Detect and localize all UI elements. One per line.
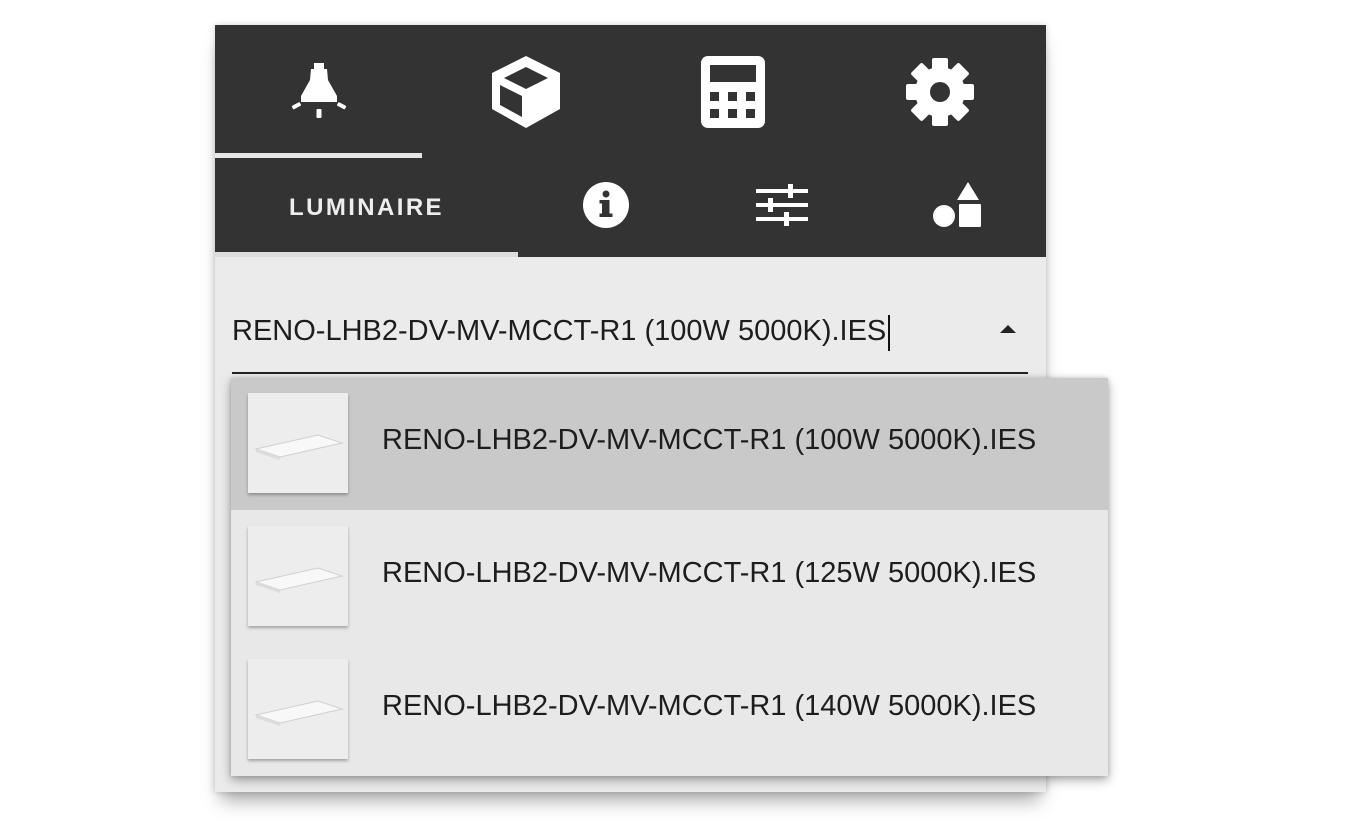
- active-tab-indicator: [215, 153, 422, 158]
- dropdown-option[interactable]: RENO-LHB2-DV-MV-MCCT-R1 (100W 5000K).IES: [231, 378, 1108, 510]
- info-icon: [582, 181, 630, 229]
- sliders-icon: [754, 183, 810, 227]
- cube-icon: [486, 52, 566, 132]
- text-cursor: [888, 315, 890, 351]
- subtab-adjustments[interactable]: [694, 165, 870, 257]
- subtab-shapes[interactable]: [870, 165, 1046, 257]
- luminaire-thumbnail: [248, 526, 348, 626]
- dropdown-option-label: RENO-LHB2-DV-MV-MCCT-R1 (140W 5000K).IES: [382, 690, 1037, 722]
- active-subtab-indicator: [215, 252, 518, 257]
- toolbar: LUMINAIRE: [215, 25, 1046, 257]
- dropdown-option[interactable]: RENO-LHB2-DV-MV-MCCT-R1 (125W 5000K).IES: [231, 511, 1108, 643]
- dropdown-option-label: RENO-LHB2-DV-MV-MCCT-R1 (125W 5000K).IES: [382, 557, 1037, 589]
- tab-calculator[interactable]: [629, 25, 836, 158]
- caret-up-icon[interactable]: [1000, 325, 1016, 333]
- tab-luminaire[interactable]: [215, 25, 422, 158]
- gear-icon: [904, 56, 976, 128]
- lamp-icon: [287, 60, 351, 124]
- select-underline: [232, 372, 1028, 374]
- luminaire-select[interactable]: RENO-LHB2-DV-MV-MCCT-R1 (100W 5000K).IES: [232, 315, 1028, 375]
- luminaire-thumbnail: [248, 659, 348, 759]
- subtab-info[interactable]: [518, 165, 694, 257]
- dropdown-option[interactable]: RENO-LHB2-DV-MV-MCCT-R1 (140W 5000K).IES: [231, 644, 1108, 776]
- luminaire-thumbnail: [248, 393, 348, 493]
- tab-3d-model[interactable]: [422, 25, 629, 158]
- subtab-luminaire[interactable]: LUMINAIRE: [215, 165, 518, 257]
- tab-settings[interactable]: [836, 25, 1043, 158]
- subtab-luminaire-label: LUMINAIRE: [289, 194, 444, 221]
- luminaire-dropdown-menu: RENO-LHB2-DV-MV-MCCT-R1 (100W 5000K).IES…: [231, 378, 1108, 776]
- luminaire-select-value[interactable]: RENO-LHB2-DV-MV-MCCT-R1 (100W 5000K).IES: [232, 315, 886, 348]
- dropdown-option-label: RENO-LHB2-DV-MV-MCCT-R1 (100W 5000K).IES: [382, 424, 1037, 456]
- shapes-icon: [931, 180, 985, 230]
- calculator-icon: [699, 54, 767, 130]
